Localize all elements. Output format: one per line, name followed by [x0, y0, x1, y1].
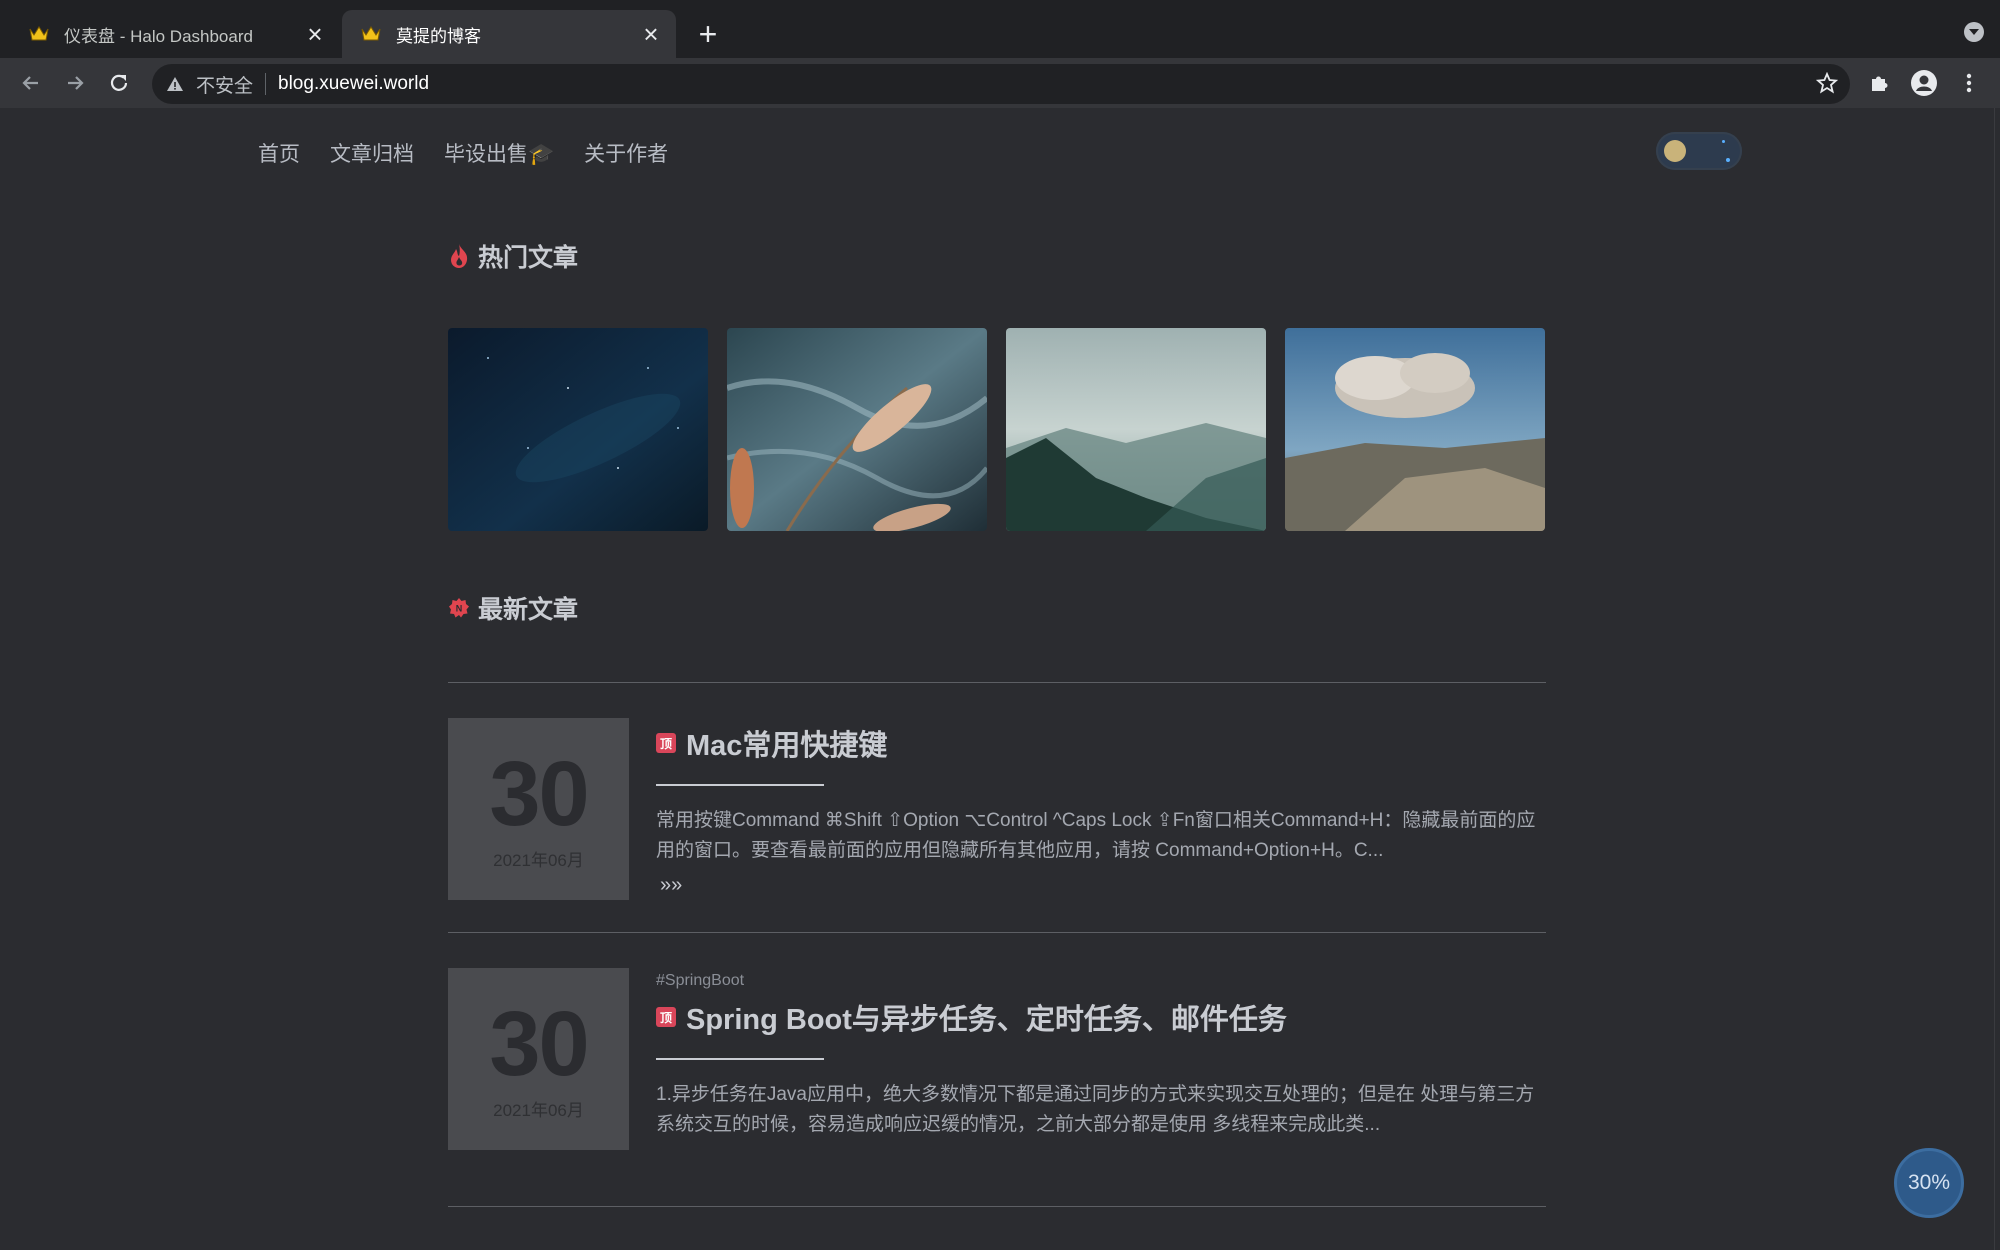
star-dot: [1722, 140, 1725, 143]
moon-icon: [1664, 140, 1686, 162]
crown-icon: [361, 26, 381, 41]
arrow-right-icon: [68, 76, 84, 90]
latest-section-title: N 最新文章: [448, 590, 578, 626]
post-body: 顶 Mac常用快捷键 常用按键Command ⌘Shift ⇧Option ⌥C…: [656, 722, 1546, 897]
title-underline: [656, 784, 824, 786]
post-year-month: 2021年06月: [493, 850, 584, 870]
title-underline: [656, 1058, 824, 1060]
nav-thesis-sale[interactable]: 毕设出售🎓: [444, 138, 554, 168]
warning-icon: [167, 77, 183, 91]
section-title-text: 热门文章: [478, 244, 579, 272]
address-bar[interactable]: 不安全 blog.xuewei.world: [152, 64, 1850, 104]
post-body: #SpringBoot 顶 Spring Boot与异步任务、定时任务、邮件任务…: [656, 972, 1546, 1140]
post-title[interactable]: 顶 Spring Boot与异步任务、定时任务、邮件任务: [656, 996, 1546, 1038]
divider: [448, 932, 1546, 933]
read-more-link[interactable]: »»: [660, 874, 1546, 897]
hot-post-thumbnail[interactable]: [727, 328, 987, 531]
reload-icon: [110, 74, 128, 91]
kebab-menu-icon: [1966, 73, 1972, 93]
hot-post-thumbnail[interactable]: [1006, 328, 1266, 531]
omnibox-divider: [265, 73, 267, 95]
scrollbar[interactable]: [1994, 108, 2000, 1250]
post-card: 30 2021年06月 #SpringBoot 顶 Spring Boot与异步…: [448, 968, 1546, 1150]
hot-post-thumbnail[interactable]: [1285, 328, 1545, 531]
tab-title: 莫提的博客: [396, 26, 481, 46]
pinned-badge: 顶: [656, 1007, 676, 1027]
post-title-text[interactable]: Mac常用快捷键: [686, 722, 887, 764]
back-button[interactable]: [12, 64, 50, 102]
tab-title: 仪表盘 - Halo Dashboard: [64, 26, 253, 46]
blog-page: 首页 文章归档 毕设出售🎓 关于作者 热门文章 N 最新文章 30 2021年0…: [0, 108, 2000, 1250]
hot-post-thumbnail[interactable]: [448, 328, 708, 531]
misty-mountains-image: [1006, 328, 1266, 531]
url-text[interactable]: blog.xuewei.world: [278, 73, 429, 95]
nav-about[interactable]: 关于作者: [584, 138, 668, 168]
post-date-box: 30 2021年06月: [448, 968, 629, 1150]
hot-section-title: 热门文章: [448, 238, 578, 274]
crown-icon: [29, 26, 49, 41]
post-title-text[interactable]: Spring Boot与异步任务、定时任务、邮件任务: [686, 996, 1287, 1038]
divider: [448, 682, 1546, 683]
nav-archive[interactable]: 文章归档: [330, 138, 414, 168]
section-title-text: 最新文章: [478, 596, 579, 624]
nav-home[interactable]: 首页: [258, 138, 300, 168]
star-dot: [1726, 158, 1730, 162]
reload-button[interactable]: [100, 64, 138, 102]
post-card: 30 2021年06月 顶 Mac常用快捷键 常用按键Command ⌘Shif…: [448, 718, 1546, 900]
arrow-left-icon: [22, 76, 38, 90]
reading-progress-button[interactable]: 30%: [1894, 1148, 1964, 1218]
flame-icon: [451, 244, 468, 268]
extensions-button[interactable]: [1860, 64, 1898, 102]
tab-search-icon[interactable]: [1964, 22, 1984, 42]
divider: [448, 1206, 1546, 1207]
new-badge-icon: N: [449, 598, 469, 618]
post-year-month: 2021年06月: [493, 1100, 584, 1120]
profile-button[interactable]: [1905, 64, 1943, 102]
tab-blog[interactable]: 莫提的博客 ×: [342, 10, 676, 58]
tab-strip: 仪表盘 - Halo Dashboard × 莫提的博客 × +: [0, 0, 2000, 58]
pampas-grass-image: [727, 328, 987, 531]
new-tab-button[interactable]: +: [690, 16, 726, 52]
smoke-cloud-image: [1285, 328, 1545, 531]
starry-night-image: [448, 328, 708, 531]
bookmark-star-icon[interactable]: [1816, 72, 1838, 94]
post-date-box-partial: [448, 1134, 629, 1144]
post-excerpt: 常用按键Command ⌘Shift ⇧Option ⌥Control ^Cap…: [656, 810, 1536, 861]
close-icon[interactable]: ×: [634, 17, 668, 51]
post-tag[interactable]: #SpringBoot: [656, 972, 1546, 990]
puzzle-icon: [1872, 76, 1888, 91]
progress-label: 30%: [1907, 1171, 1951, 1194]
site-nav: 首页 文章归档 毕设出售🎓 关于作者: [258, 138, 668, 168]
menu-button[interactable]: [1950, 64, 1988, 102]
svg-text:N: N: [456, 604, 463, 614]
browser-toolbar: 不安全 blog.xuewei.world: [0, 58, 2000, 108]
security-label[interactable]: 不安全: [196, 71, 253, 98]
post-date-box: 30 2021年06月: [448, 718, 629, 900]
close-icon[interactable]: ×: [298, 17, 332, 51]
hot-posts-grid: [448, 328, 1546, 531]
avatar-icon: [1911, 70, 1937, 96]
post-day: 30: [489, 992, 589, 1095]
tab-halo-dashboard[interactable]: 仪表盘 - Halo Dashboard ×: [0, 10, 340, 58]
post-title[interactable]: 顶 Mac常用快捷键: [656, 722, 1546, 764]
pinned-badge: 顶: [656, 733, 676, 753]
forward-button[interactable]: [56, 64, 94, 102]
post-day: 30: [489, 742, 589, 845]
post-excerpt: 1.异步任务在Java应用中，绝大多数情况下都是通过同步的方式来实现交互处理的；…: [656, 1084, 1535, 1135]
theme-toggle[interactable]: [1656, 132, 1742, 170]
